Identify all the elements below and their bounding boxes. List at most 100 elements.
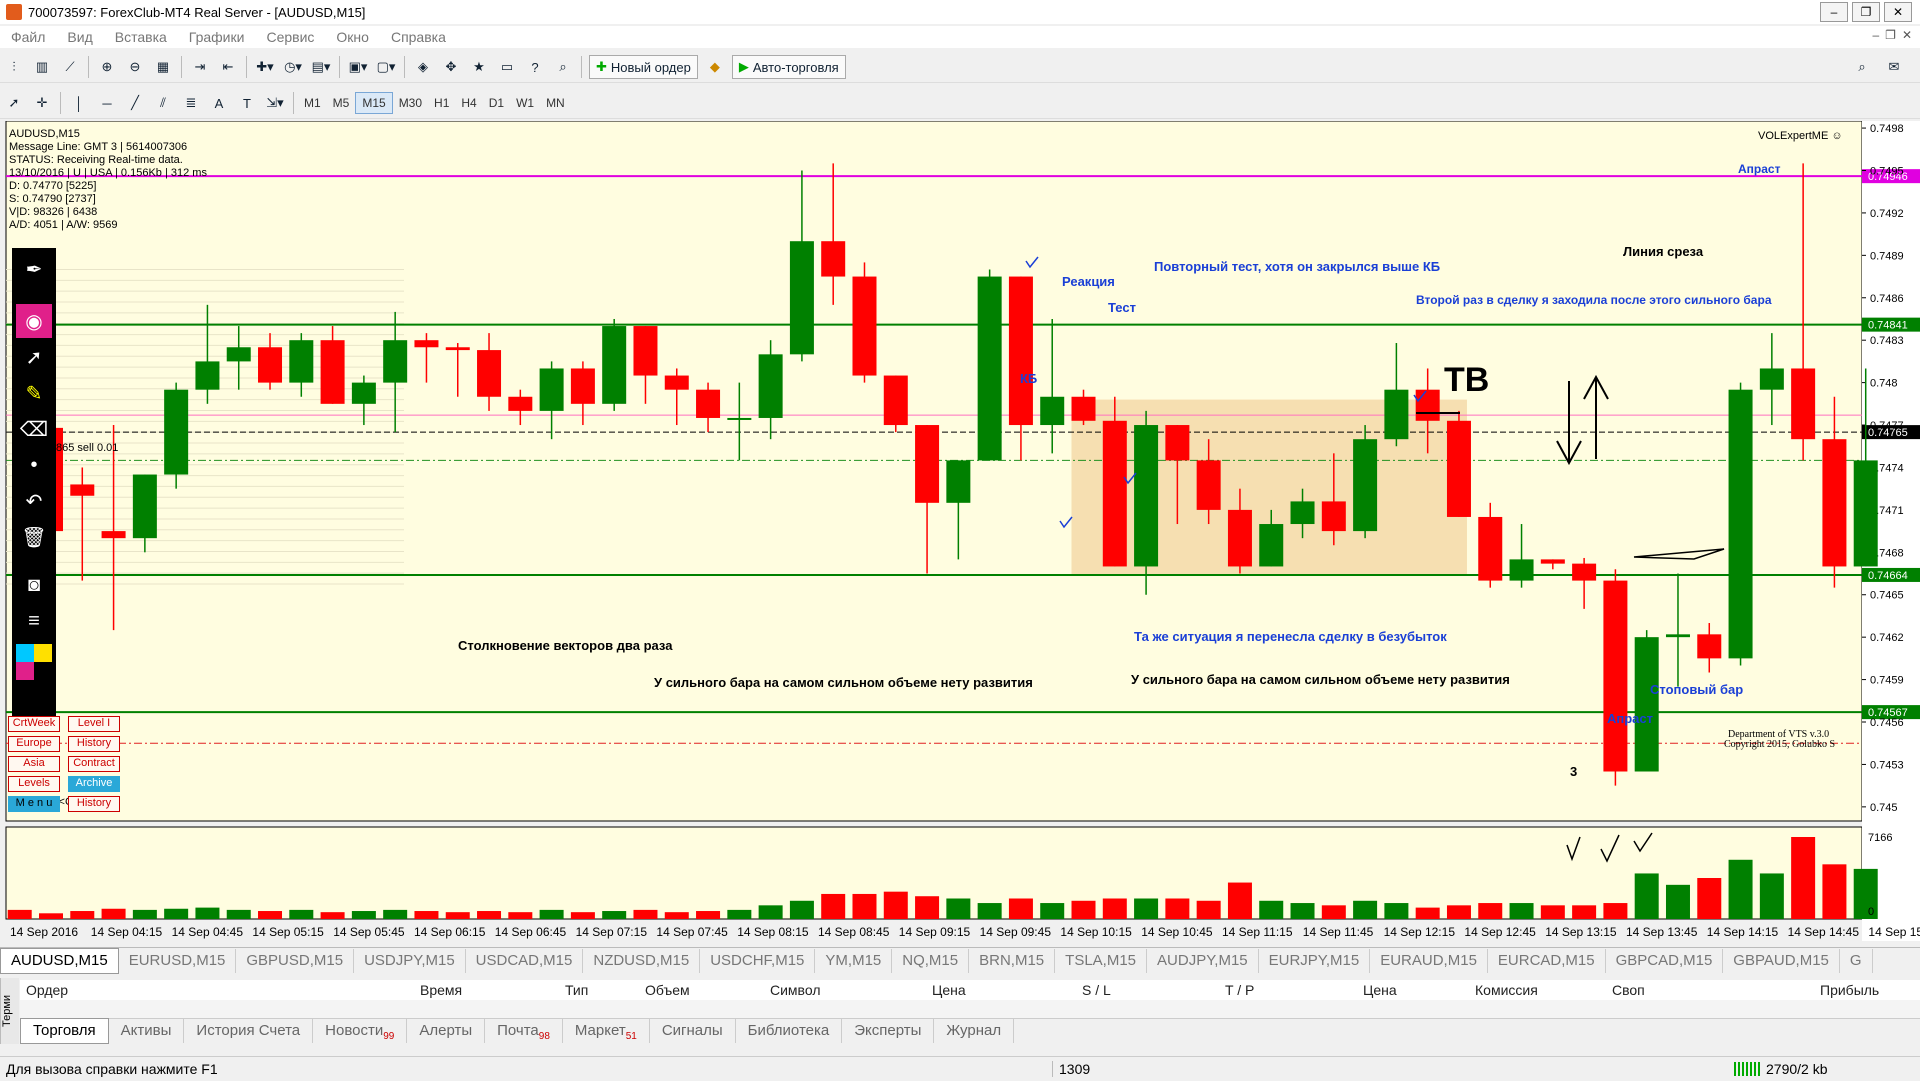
highlighter-icon[interactable]: ✎ [16, 376, 52, 410]
chart-tab[interactable]: AUDUSD,M15 [0, 948, 119, 974]
tile-windows-icon[interactable]: ▦ [152, 56, 174, 78]
terminal-tab[interactable]: Журнал [934, 1019, 1015, 1043]
chart-tab[interactable]: EURAUD,M15 [1370, 949, 1488, 973]
tf-mn[interactable]: MN [540, 93, 571, 113]
help-icon[interactable]: ? [524, 56, 546, 78]
terminal-tab[interactable]: Эксперты [842, 1019, 935, 1043]
terminal-tab[interactable]: Алерты [407, 1019, 486, 1043]
tf-m1[interactable]: M1 [298, 93, 327, 113]
dot-icon[interactable]: • [16, 448, 52, 482]
menu-button[interactable]: M e n u [8, 796, 60, 812]
terminal-tab[interactable]: Почта98 [485, 1019, 563, 1043]
mdi-restore-button[interactable]: ❐ [1885, 28, 1896, 42]
candle-chart-icon[interactable]: ▥ [31, 56, 53, 78]
chart-tab[interactable]: GBPUSD,M15 [236, 949, 355, 973]
terminal-column[interactable]: S / L [1082, 982, 1111, 998]
line-chart-icon[interactable]: ⟋ [59, 56, 81, 78]
tf-m15[interactable]: M15 [355, 92, 393, 114]
mdi-minimize-button[interactable]: – [1872, 28, 1879, 42]
chart-tab[interactable]: NQ,M15 [892, 949, 970, 973]
chart-tab[interactable]: G [1840, 949, 1873, 973]
indicators-icon[interactable]: ✚▾ [254, 56, 276, 78]
periods-icon[interactable]: ◷▾ [282, 56, 304, 78]
tf-m5[interactable]: M5 [327, 93, 356, 113]
chart-tab[interactable]: GBPCAD,M15 [1606, 949, 1724, 973]
history-button[interactable]: History [68, 736, 120, 752]
crtweek-button[interactable]: CrtWeek [8, 716, 60, 732]
chart-tab[interactable]: EURJPY,M15 [1259, 949, 1371, 973]
terminal-tab[interactable]: История Счета [184, 1019, 314, 1043]
chart-tab[interactable]: USDCHF,M15 [700, 949, 816, 973]
search-toolbar-icon[interactable]: ⌕ [1851, 56, 1873, 78]
bar-chart-icon[interactable]: ⫶ [3, 56, 25, 78]
terminal-tab[interactable]: Сигналы [650, 1019, 736, 1043]
terminal-tab[interactable]: Активы [109, 1019, 185, 1043]
cursor-icon[interactable]: ➚ [3, 92, 25, 114]
terminal-column[interactable]: Своп [1612, 982, 1645, 998]
new-order-button[interactable]: ✚ Новый ордер [589, 55, 698, 79]
terminal-column[interactable]: Комиссия [1475, 982, 1538, 998]
tf-h1[interactable]: H1 [428, 93, 455, 113]
chat-icon[interactable]: ✉ [1883, 56, 1905, 78]
chart-tab[interactable]: NZDUSD,M15 [583, 949, 701, 973]
menu-tools[interactable]: Сервис [255, 29, 325, 45]
text-icon[interactable]: A [208, 92, 230, 114]
navigator-icon[interactable]: ✥ [440, 56, 462, 78]
terminal-column[interactable]: Время [420, 982, 462, 998]
color-magenta-swatch[interactable] [16, 662, 34, 680]
color-yellow-swatch[interactable] [34, 644, 52, 662]
color-black-swatch[interactable] [34, 662, 52, 680]
zoom-in-icon[interactable]: ⊕ [96, 56, 118, 78]
templates-icon[interactable]: ▤▾ [310, 56, 332, 78]
chart-area[interactable]: 0.74946 0.74841 0.74765 0.74664 0.74567 0.749… [4, 121, 1920, 941]
fibo-icon[interactable]: ≣ [180, 92, 202, 114]
menu-help[interactable]: Справка [380, 29, 457, 45]
tf-w1[interactable]: W1 [510, 93, 540, 113]
color-cyan-swatch[interactable] [16, 644, 34, 662]
chart-tab[interactable]: BRN,M15 [969, 949, 1056, 973]
tf-d1[interactable]: D1 [483, 93, 510, 113]
chart-tab[interactable]: AUDJPY,M15 [1147, 949, 1259, 973]
horizontal-line-icon[interactable]: ─ [96, 92, 118, 114]
menu-file[interactable]: Файл [0, 29, 56, 45]
profiles-icon[interactable]: ▢▾ [375, 56, 397, 78]
terminal-tab[interactable]: Новости99 [313, 1019, 408, 1043]
notes-icon[interactable]: ≡ [16, 604, 52, 638]
menu-insert[interactable]: Вставка [104, 29, 178, 45]
terminal-tab[interactable]: Маркет51 [563, 1019, 650, 1043]
restore-button[interactable]: ❐ [1852, 2, 1880, 22]
terminal-icon[interactable]: ▭ [496, 56, 518, 78]
chart-tab[interactable]: EURUSD,M15 [119, 949, 237, 973]
arrows-icon[interactable]: ⇲▾ [264, 92, 286, 114]
menu-window[interactable]: Окно [325, 29, 380, 45]
pointer-icon[interactable]: ➚ [16, 340, 52, 374]
terminal-column[interactable]: Прибыль [1820, 982, 1879, 998]
terminal-column[interactable]: Ордер [26, 982, 68, 998]
chart-shift-icon[interactable]: ⇤ [217, 56, 239, 78]
archive-button[interactable]: Archive [68, 776, 120, 792]
favorites-icon[interactable]: ★ [468, 56, 490, 78]
market-watch-icon[interactable]: ◈ [412, 56, 434, 78]
levels-button[interactable]: Levels [8, 776, 60, 792]
chart-tab[interactable]: USDCAD,M15 [466, 949, 584, 973]
asia-button[interactable]: Asia [8, 756, 60, 772]
chart-tab[interactable]: GBPAUD,M15 [1723, 949, 1840, 973]
autoscroll-icon[interactable]: ⇥ [189, 56, 211, 78]
contract-button[interactable]: Contract [68, 756, 120, 772]
search-icon[interactable]: ⌕ [552, 56, 574, 78]
level1-button[interactable]: Level I [68, 716, 120, 732]
terminal-column[interactable]: Тип [565, 982, 588, 998]
crosshair-icon[interactable]: ✛ [31, 92, 53, 114]
terminal-tab[interactable]: Библиотека [736, 1019, 843, 1043]
tf-m30[interactable]: M30 [393, 93, 428, 113]
metaeditor-icon[interactable]: ◆ [704, 56, 726, 78]
terminal-column[interactable]: T / P [1225, 982, 1254, 998]
pen-nib-icon[interactable]: ✒ [16, 252, 52, 286]
chart-tab[interactable]: EURCAD,M15 [1488, 949, 1606, 973]
terminal-tab[interactable]: Торговля [20, 1018, 109, 1044]
minimize-button[interactable]: – [1820, 2, 1848, 22]
terminal-column[interactable]: Объем [645, 982, 690, 998]
text-label-icon[interactable]: T [236, 92, 258, 114]
chart-tab[interactable]: YM,M15 [815, 949, 893, 973]
terminal-column[interactable]: Цена [932, 982, 966, 998]
